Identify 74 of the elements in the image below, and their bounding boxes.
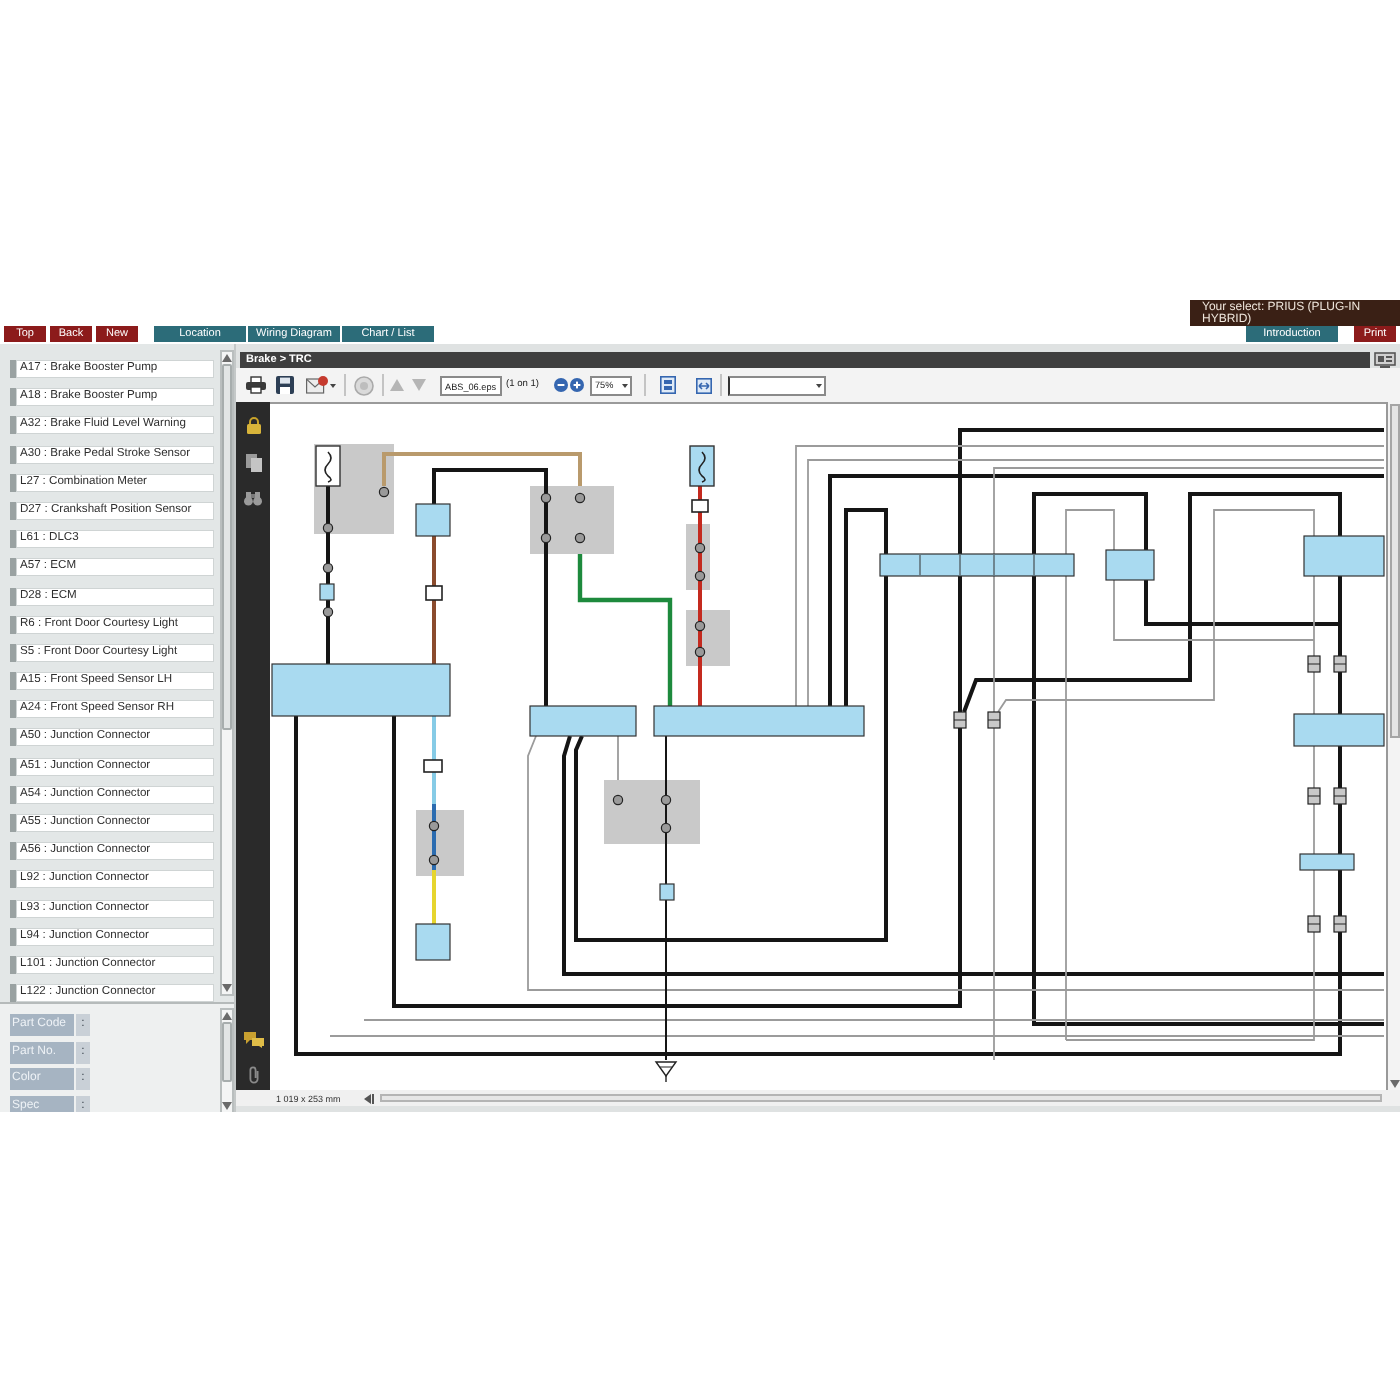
scrollbar-thumb[interactable] [1389,404,1399,738]
terminal-icon [540,492,552,504]
fuse-icon [315,445,341,487]
caret-icon[interactable] [621,383,627,387]
pin-connector-icon [1333,915,1347,933]
wire [326,486,330,584]
terminal-icon [694,542,706,554]
scrollbar[interactable] [220,350,234,996]
plug-icon [423,759,443,773]
terminal-icon [694,570,706,582]
component-block [1299,853,1355,871]
zoom-out-icon[interactable] [554,378,568,392]
caret-icon[interactable] [815,383,821,387]
terminal-icon [378,486,390,498]
terminal-icon [694,620,706,632]
envelope-icon[interactable] [306,376,328,394]
terminal-icon [574,532,586,544]
zoom-in-icon[interactable] [570,378,584,392]
fuse-icon [689,445,715,487]
plug-icon [425,585,443,601]
down-arrow-icon[interactable] [222,1101,232,1109]
terminal-icon [428,820,440,832]
down-arrow-icon[interactable] [222,984,232,992]
paperclip-icon[interactable] [247,1066,259,1084]
connector-block [530,486,614,554]
pin-connector-icon [1307,915,1321,933]
junction-icon [319,583,335,601]
fit-width-icon[interactable] [696,377,712,393]
terminal-icon [540,532,552,544]
pin-connector-icon [1333,787,1347,805]
screen-icon[interactable] [1374,351,1396,367]
plug-icon [691,499,709,513]
save-icon[interactable] [276,376,294,394]
pages-icon[interactable] [245,454,261,472]
component-block [529,705,637,737]
pin-connector-icon [1307,655,1321,673]
binoculars-icon[interactable] [244,492,262,506]
up-arrow-icon[interactable] [222,354,232,362]
component-block [1303,535,1385,577]
pin-connector-icon [987,711,1001,729]
terminal-icon [322,522,334,534]
print-icon[interactable] [246,376,266,394]
scrollbar-thumb[interactable] [222,364,232,730]
ground-icon [654,1061,678,1083]
fit-page-icon[interactable] [660,376,676,394]
terminal-icon [694,646,706,658]
terminal-icon [322,606,334,618]
terminal-icon [574,492,586,504]
caret-icon[interactable] [330,383,336,387]
down-arrow-icon[interactable] [1389,1080,1399,1088]
wire [326,600,330,664]
comment-icon[interactable] [243,1032,263,1048]
scrollbar[interactable] [1386,402,1400,1090]
terminal-icon [660,794,672,806]
lock-icon[interactable] [245,416,261,434]
terminal-icon [612,794,624,806]
junction-icon [659,883,675,901]
pin-connector-icon [953,711,967,729]
component-block [415,923,451,961]
component-block [1105,549,1155,581]
left-arrow-icon[interactable] [364,1093,374,1103]
pin-connector-icon [1307,787,1321,805]
horizontal-scrollbar[interactable] [380,1094,1382,1102]
terminal-icon [428,854,440,866]
connector-block [604,780,700,844]
pin-connector-icon [1333,655,1347,673]
page-select[interactable] [728,375,826,395]
terminal-icon [322,562,334,574]
scrollbar[interactable] [220,1008,234,1112]
component-block [415,503,451,537]
component-block [1293,713,1385,747]
scrollbar-thumb[interactable] [222,1022,232,1082]
up-arrow-icon[interactable] [222,1012,232,1020]
terminal-icon [660,822,672,834]
